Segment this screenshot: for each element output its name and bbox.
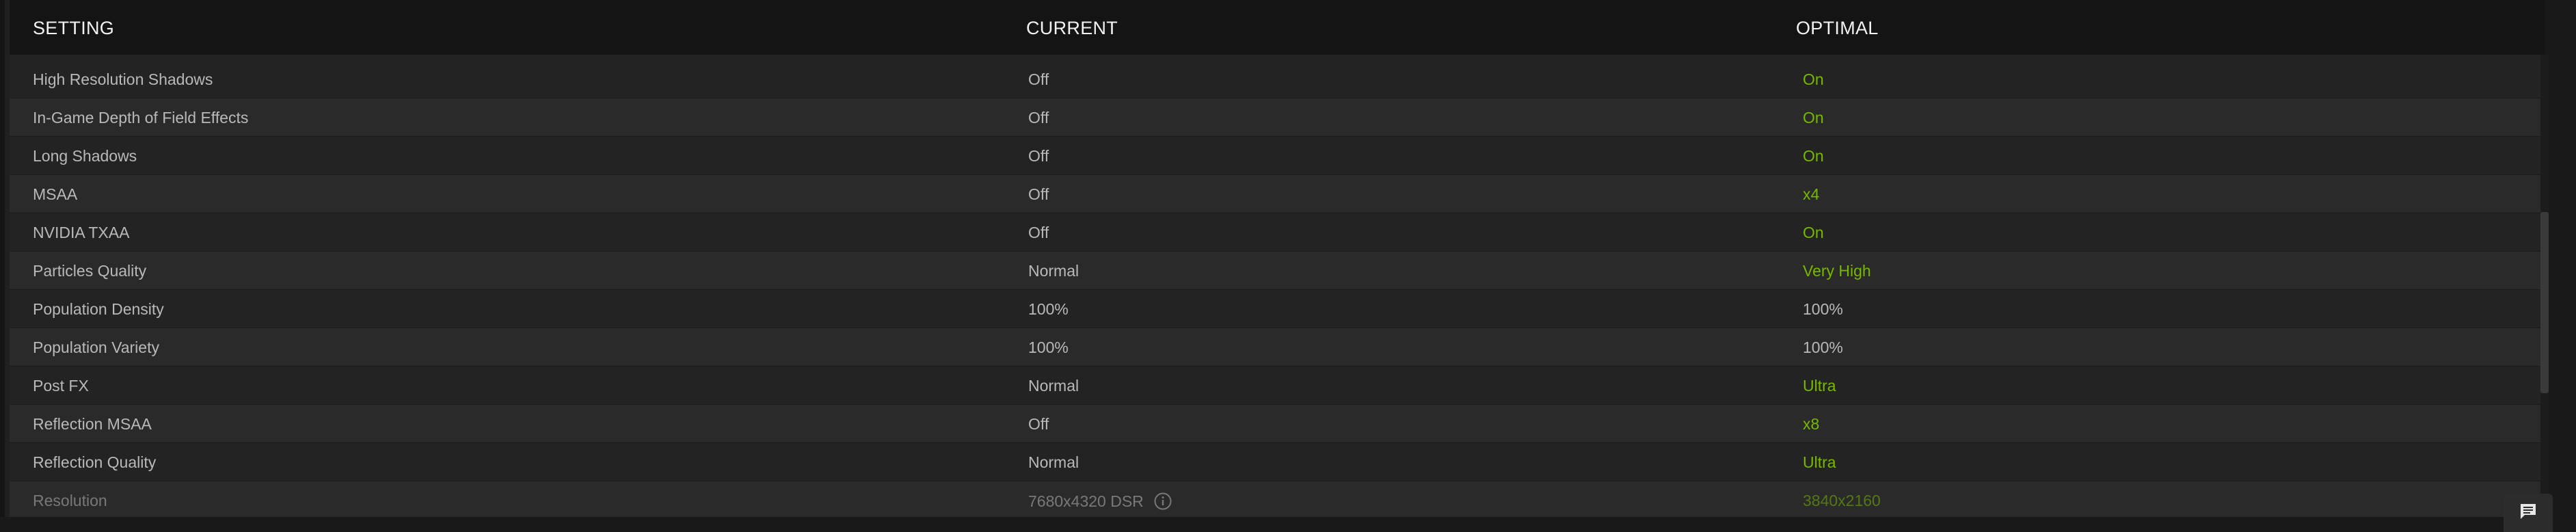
current-value: 100%	[1028, 338, 1069, 356]
optimal-value: On	[1803, 109, 1824, 127]
header-current: CURRENT	[1026, 18, 1118, 38]
table-row: MSAA Off x4	[10, 175, 2545, 213]
optimal-value: Ultra	[1803, 377, 1836, 395]
table-row: Post FX Normal Ultra	[10, 367, 2545, 405]
setting-name: Reflection Quality	[33, 453, 157, 471]
optimal-value: x4	[1803, 185, 1820, 203]
optimal-value: 3840x2160	[1803, 492, 1881, 509]
table-row: High Resolution Shadows Off On	[10, 60, 2545, 98]
optimal-value: On	[1803, 70, 1824, 88]
setting-name: Particles Quality	[33, 262, 147, 280]
optimal-value: 100%	[1803, 300, 1843, 318]
optimal-value: x8	[1803, 415, 1820, 433]
table-header: SETTING CURRENT OPTIMAL	[10, 0, 2545, 55]
header-optimal: OPTIMAL	[1796, 18, 1879, 38]
setting-name: High Resolution Shadows	[33, 70, 213, 88]
current-value: 7680x4320 DSR	[1028, 492, 1172, 511]
setting-name: Population Density	[33, 300, 164, 318]
setting-name: Post FX	[33, 377, 89, 395]
table-row: Long Shadows Off On	[10, 137, 2545, 175]
optimal-value: On	[1803, 224, 1824, 241]
current-value: 100%	[1028, 300, 1069, 318]
table-row: Population Variety 100% 100%	[10, 328, 2545, 367]
optimal-settings-panel: SETTING CURRENT OPTIMAL High Resolution …	[0, 0, 2576, 532]
table-row: Reflection MSAA Off x8	[10, 405, 2545, 443]
partial-row-top	[10, 55, 2545, 60]
info-circle-icon[interactable]	[1153, 492, 1172, 511]
optimal-value: Very High	[1803, 262, 1871, 280]
current-value: Off	[1028, 185, 1049, 203]
table-row: Reflection Quality Normal Ultra	[10, 443, 2545, 481]
setting-name: NVIDIA TXAA	[33, 224, 130, 241]
current-value: Off	[1028, 70, 1049, 88]
current-value: Normal	[1028, 262, 1079, 280]
current-value: Normal	[1028, 377, 1079, 395]
setting-name: Reflection MSAA	[33, 415, 152, 433]
table-row: Particles Quality Normal Very High	[10, 252, 2545, 290]
setting-name: In-Game Depth of Field Effects	[33, 109, 249, 127]
table-row: NVIDIA TXAA Off On	[10, 213, 2545, 252]
current-value: Normal	[1028, 453, 1079, 471]
optimal-value: On	[1803, 147, 1824, 165]
settings-table: SETTING CURRENT OPTIMAL High Resolution …	[0, 0, 2545, 517]
optimal-value: Ultra	[1803, 453, 1836, 471]
table-row: Population Density 100% 100%	[10, 290, 2545, 328]
setting-name: Long Shadows	[33, 147, 137, 165]
setting-name: Population Variety	[33, 338, 159, 356]
current-value: Off	[1028, 224, 1049, 241]
current-value: Off	[1028, 109, 1049, 127]
current-value: Off	[1028, 147, 1049, 165]
setting-name: Resolution	[33, 492, 107, 509]
scrollbar-thumb[interactable]	[2540, 212, 2549, 393]
header-setting: SETTING	[33, 18, 115, 38]
table-body[interactable]: High Resolution Shadows Off On In-Game D…	[10, 55, 2545, 517]
table-row: In-Game Depth of Field Effects Off On	[10, 98, 2545, 137]
table-row: Resolution 7680x4320 DSR 3840x2160	[10, 481, 2545, 517]
optimal-value: 100%	[1803, 338, 1843, 356]
setting-name: MSAA	[33, 185, 78, 203]
feedback-button[interactable]	[2504, 494, 2553, 532]
chat-bubble-icon	[2518, 501, 2538, 525]
current-value-text: 7680x4320 DSR	[1028, 492, 1144, 510]
current-value: Off	[1028, 415, 1049, 433]
